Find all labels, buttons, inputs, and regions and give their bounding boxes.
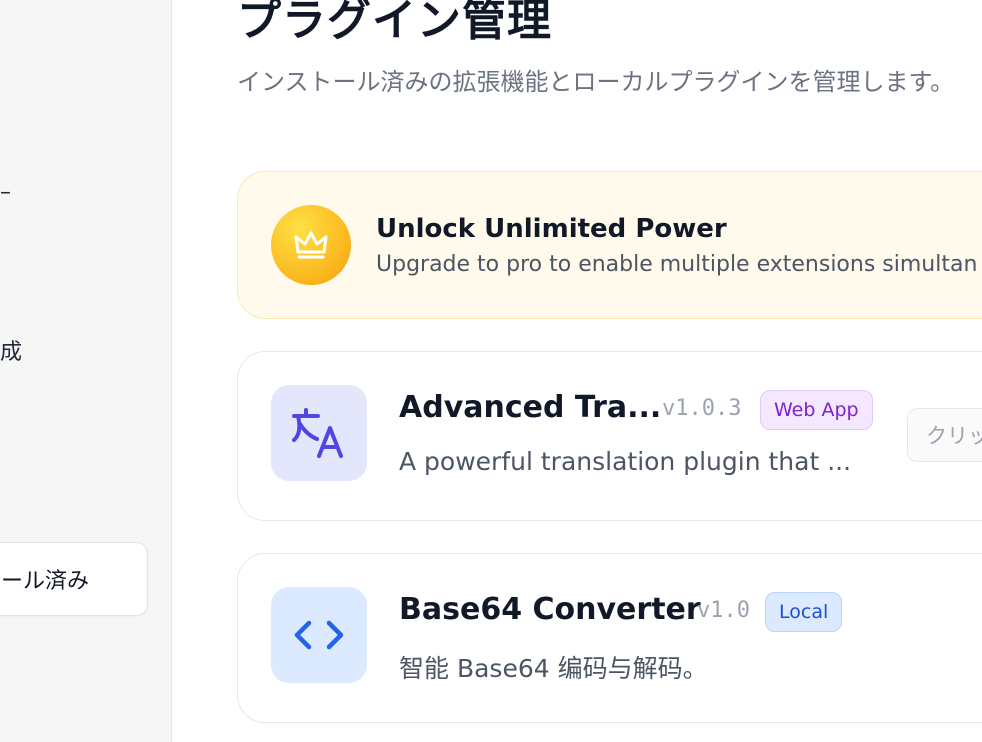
sidebar-item-installed[interactable]: ール済み	[0, 542, 148, 616]
plugin-name: Base64 Converter	[399, 592, 701, 627]
translate-icon	[271, 385, 367, 481]
page-title: プラグイン管理	[237, 0, 552, 46]
app-window: – 成 ール済み プラグイン管理 インストール済みの拡張機能とローカルプラグイン…	[0, 0, 982, 742]
plugin-action-button[interactable]: クリッ	[907, 408, 982, 462]
sidebar-item-label: ール済み	[1, 569, 90, 594]
plugin-card[interactable]: Advanced Tra... v1.0.3 Web App A powerfu…	[237, 351, 982, 521]
upgrade-banner[interactable]: Unlock Unlimited Power Upgrade to pro to…	[237, 171, 982, 319]
plugin-name: Advanced Tra...	[399, 390, 662, 425]
plugin-description: 智能 Base64 编码与解码。	[399, 654, 708, 683]
main-content: プラグイン管理 インストール済みの拡張機能とローカルプラグインを管理します。 U…	[237, 0, 982, 742]
code-brackets-icon	[271, 587, 367, 683]
plugin-card[interactable]: Base64 Converter v1.0 Local 智能 Base64 编码…	[237, 553, 982, 723]
sidebar-item-fragment[interactable]: –	[0, 180, 11, 205]
upgrade-subtitle: Upgrade to pro to enable multiple extens…	[376, 252, 978, 277]
crown-icon	[271, 205, 351, 285]
sidebar-item-fragment[interactable]: 成	[0, 334, 22, 366]
upgrade-title: Unlock Unlimited Power	[376, 214, 727, 244]
plugin-type-badge: Web App	[760, 390, 873, 430]
sidebar: – 成 ール済み	[0, 0, 172, 742]
plugin-version: v1.0	[697, 598, 750, 623]
plugin-version: v1.0.3	[662, 396, 742, 421]
plugin-type-badge: Local	[765, 592, 843, 632]
plugin-description: A powerful translation plugin that ...	[399, 447, 852, 476]
page-description: インストール済みの拡張機能とローカルプラグインを管理します。	[237, 68, 955, 96]
